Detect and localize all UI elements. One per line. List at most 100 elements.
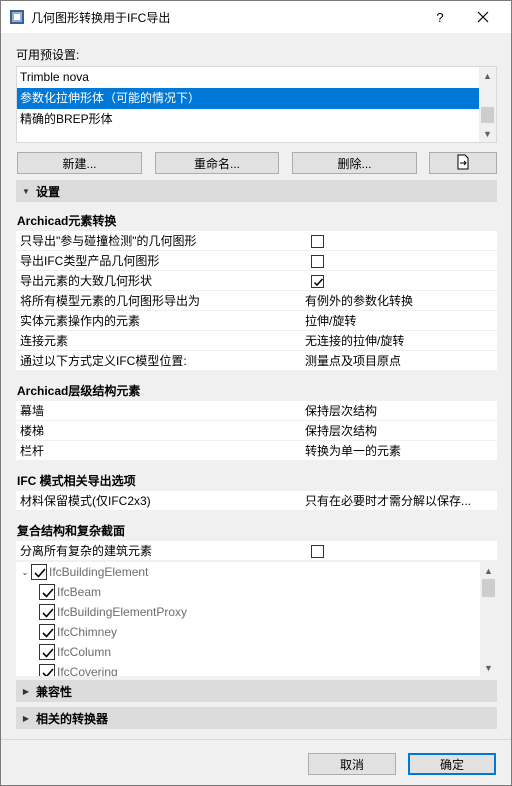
- tree-label: IfcBuildingElement: [49, 565, 149, 579]
- tree-label: IfcColumn: [57, 645, 112, 659]
- preset-item-brep[interactable]: 精确的BREP形体: [17, 109, 496, 130]
- tree-label: IfcBeam: [57, 585, 102, 599]
- hierarchy-title: Archicad层级结构元素: [17, 384, 141, 398]
- property-row[interactable]: 材料保留模式(仅IFC2x3) 只有在必要时才需分解以保存...: [16, 491, 497, 511]
- property-name: 分离所有复杂的建筑元素: [20, 544, 153, 558]
- property-value[interactable]: 测量点及项目原点: [305, 352, 401, 369]
- check-icon: [34, 568, 46, 578]
- separate-complex-checkbox[interactable]: [311, 545, 324, 558]
- composite-title: 复合结构和复杂截面: [17, 524, 126, 538]
- property-value[interactable]: 有例外的参数化转换: [305, 292, 413, 309]
- property-row[interactable]: 栏杆 转换为单一的元素: [16, 441, 497, 461]
- check-icon: [42, 648, 54, 658]
- property-name: 导出元素的大致几何形状: [20, 274, 153, 288]
- rename-preset-button[interactable]: 重命名...: [155, 152, 279, 174]
- preset-item-parametric[interactable]: 参数化拉伸形体（可能的情况下）: [17, 88, 480, 109]
- ifc-class-tree[interactable]: ⌄ IfcBuildingElement IfcBeam IfcBuilding…: [16, 562, 497, 676]
- section-title: 兼容性: [36, 684, 73, 699]
- property-value[interactable]: 保持层次结构: [305, 402, 377, 419]
- tree-checkbox[interactable]: [31, 564, 47, 580]
- property-value[interactable]: 转换为单一的元素: [305, 442, 401, 459]
- presets-scrollbar[interactable]: ▲ ▼: [479, 67, 496, 142]
- tree-row[interactable]: ⌄ IfcBuildingElement: [19, 562, 148, 582]
- ok-button[interactable]: 确定: [408, 753, 496, 775]
- tree-row[interactable]: IfcBuildingElementProxy: [39, 602, 187, 622]
- clash-detection-checkbox[interactable]: [311, 235, 324, 248]
- presets-list[interactable]: Trimble nova 参数化拉伸形体（可能的情况下） 精确的BREP形体 ▲…: [16, 66, 497, 143]
- property-name: 只导出"参与碰撞检测"的几何图形: [20, 234, 197, 248]
- close-icon[interactable]: [463, 1, 503, 33]
- export-preset-button[interactable]: [429, 152, 497, 174]
- property-row: 只导出"参与碰撞检测"的几何图形: [16, 231, 497, 251]
- element-conversion-title: Archicad元素转换: [17, 214, 117, 228]
- approx-geometry-checkbox[interactable]: [311, 275, 324, 288]
- tree-checkbox[interactable]: [39, 624, 55, 640]
- delete-preset-button[interactable]: 删除...: [292, 152, 417, 174]
- compatibility-section-header[interactable]: ▶ 兼容性: [16, 680, 497, 702]
- scroll-thumb[interactable]: [481, 107, 494, 123]
- related-translators-section-header[interactable]: ▶ 相关的转换器: [16, 707, 497, 729]
- new-preset-button[interactable]: 新建...: [17, 152, 142, 174]
- property-name: 通过以下方式定义IFC模型位置:: [20, 354, 187, 368]
- tree-label: IfcCovering: [57, 665, 118, 676]
- section-title: 相关的转换器: [36, 711, 109, 726]
- check-icon: [42, 668, 54, 676]
- tree-row[interactable]: IfcChimney: [39, 622, 117, 642]
- property-value[interactable]: 保持层次结构: [305, 422, 377, 439]
- check-icon: [42, 588, 54, 598]
- footer-divider: [1, 739, 511, 740]
- property-name: 幕墙: [20, 404, 45, 418]
- tree-checkbox[interactable]: [39, 584, 55, 600]
- settings-section-header[interactable]: ▼ 设置: [16, 180, 497, 202]
- property-row[interactable]: 幕墙 保持层次结构: [16, 401, 497, 421]
- property-row: 分离所有复杂的建筑元素: [16, 541, 497, 561]
- expand-triangle-icon: ▶: [22, 686, 30, 696]
- tree-expander-icon[interactable]: ⌄: [19, 568, 31, 577]
- ifc-schema-title: IFC 模式相关导出选项: [17, 474, 136, 488]
- help-icon[interactable]: ?: [425, 1, 455, 33]
- app-icon: [10, 10, 24, 24]
- property-name: 将所有模型元素的几何图形导出为: [20, 294, 201, 308]
- property-row[interactable]: 楼梯 保持层次结构: [16, 421, 497, 441]
- scroll-down-icon[interactable]: ▼: [479, 125, 496, 142]
- property-row: 导出IFC类型产品几何图形: [16, 251, 497, 271]
- property-row[interactable]: 将所有模型元素的几何图形导出为 有例外的参数化转换: [16, 291, 497, 311]
- property-name: 导出IFC类型产品几何图形: [20, 254, 160, 268]
- check-icon: [42, 608, 54, 618]
- cancel-button[interactable]: 取消: [308, 753, 396, 775]
- tree-checkbox[interactable]: [39, 664, 55, 676]
- property-value[interactable]: 无连接的拉伸/旋转: [305, 332, 404, 349]
- scroll-up-icon[interactable]: ▲: [480, 562, 497, 579]
- check-icon: [313, 278, 324, 287]
- dialog-window: 几何图形转换用于IFC导出 ? 可用预设置: Trimble nova 参数化拉…: [0, 0, 512, 786]
- property-name: 楼梯: [20, 424, 45, 438]
- check-icon: [42, 628, 54, 638]
- property-value[interactable]: 只有在必要时才需分解以保存...: [305, 492, 471, 509]
- ifc-type-geometry-checkbox[interactable]: [311, 255, 324, 268]
- tree-checkbox[interactable]: [39, 644, 55, 660]
- preset-item-trimble[interactable]: Trimble nova: [17, 67, 496, 88]
- expand-triangle-icon: ▶: [22, 713, 30, 723]
- scroll-down-icon[interactable]: ▼: [480, 659, 497, 676]
- property-row[interactable]: 通过以下方式定义IFC模型位置: 测量点及项目原点: [16, 351, 497, 371]
- tree-label: IfcBuildingElementProxy: [57, 605, 188, 619]
- property-name: 材料保留模式(仅IFC2x3): [20, 494, 151, 508]
- property-name: 栏杆: [20, 444, 45, 458]
- title-bar: 几何图形转换用于IFC导出 ?: [1, 1, 511, 33]
- tree-row[interactable]: IfcColumn: [39, 642, 111, 662]
- collapse-triangle-icon: ▼: [22, 186, 30, 196]
- tree-row[interactable]: IfcBeam: [39, 582, 101, 602]
- property-value[interactable]: 拉伸/旋转: [305, 312, 356, 329]
- tree-row[interactable]: IfcCovering: [39, 662, 118, 676]
- window-title: 几何图形转换用于IFC导出: [31, 10, 171, 25]
- scroll-thumb[interactable]: [482, 579, 495, 597]
- property-row[interactable]: 实体元素操作内的元素 拉伸/旋转: [16, 311, 497, 331]
- settings-section-title: 设置: [36, 184, 61, 199]
- tree-scrollbar[interactable]: ▲ ▼: [480, 562, 497, 676]
- tree-checkbox[interactable]: [39, 604, 55, 620]
- tree-label: IfcChimney: [57, 625, 118, 639]
- property-row[interactable]: 连接元素 无连接的拉伸/旋转: [16, 331, 497, 351]
- property-name: 实体元素操作内的元素: [20, 314, 141, 328]
- scroll-up-icon[interactable]: ▲: [479, 67, 496, 84]
- property-row: 导出元素的大致几何形状: [16, 271, 497, 291]
